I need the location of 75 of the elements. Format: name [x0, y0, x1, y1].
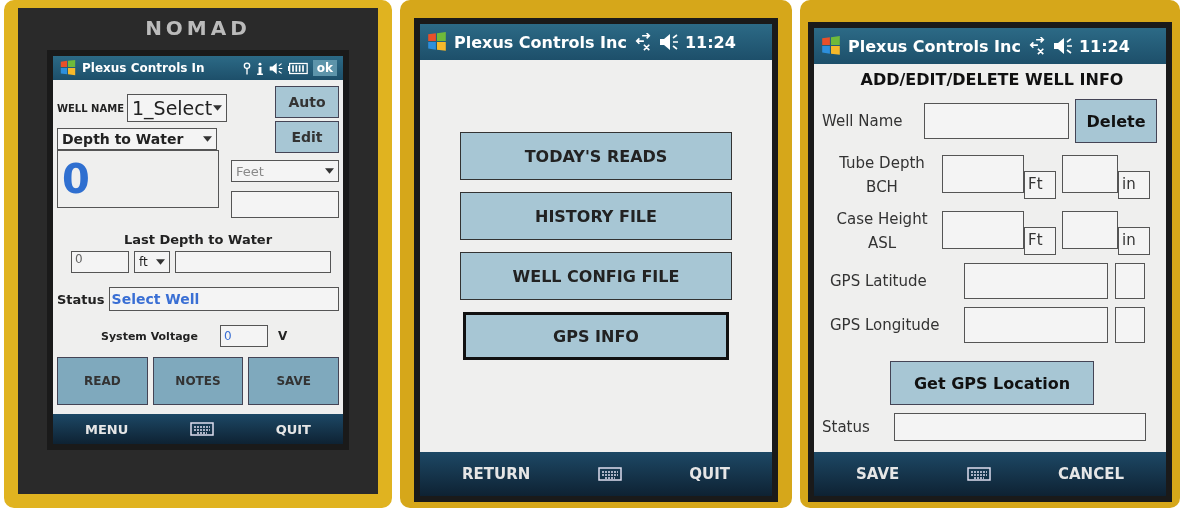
well-name-dropdown[interactable]: 1_Select [127, 94, 227, 122]
field-label: Case Height [836, 209, 928, 230]
gps-label: GPS Latitude [829, 272, 928, 290]
keyboard-icon[interactable] [597, 467, 622, 481]
info-icon[interactable] [255, 61, 264, 75]
voltage-label: System Voltage [101, 329, 198, 343]
battery-icon[interactable] [287, 61, 308, 75]
get-location-button[interactable]: Get GPS Location [890, 361, 1094, 405]
measurement-dropdown[interactable]: Depth to Water [57, 128, 217, 150]
navigation-button[interactable]: HISTORY FILE [460, 192, 732, 240]
keyboard-icon[interactable] [966, 467, 991, 481]
speaker-icon[interactable] [658, 33, 679, 51]
softkey-button[interactable]: MENU [83, 419, 131, 439]
unit-label: Ft [1024, 227, 1056, 255]
edit-button[interactable]: Edit [275, 121, 339, 153]
status-label: Status [822, 418, 871, 436]
softkey-button[interactable]: QUIT [273, 419, 313, 439]
field-sublabel: ASL [867, 233, 897, 254]
well-name-label: WELL NAME [57, 102, 124, 114]
speaker-icon[interactable] [1052, 37, 1073, 55]
action-button[interactable]: NOTES [152, 357, 244, 405]
action-button[interactable]: READ [57, 357, 148, 405]
feet-field[interactable] [942, 155, 1024, 193]
gps-label: GPS Longitude [829, 316, 941, 334]
inch-field[interactable] [1062, 155, 1118, 193]
caret-icon [213, 105, 222, 111]
unit-label: Ft [1024, 171, 1056, 199]
unit-label: in [1118, 171, 1150, 199]
brand-label: NOMAD [145, 16, 251, 40]
input-field[interactable] [1115, 307, 1145, 343]
windows-logo-icon[interactable] [426, 31, 448, 53]
action-button[interactable]: SAVE [248, 357, 339, 405]
windows-logo-icon[interactable] [820, 35, 842, 57]
navigation-button[interactable]: WELL CONFIG FILE [460, 252, 732, 300]
softkey-button[interactable]: CANCEL [1056, 463, 1126, 485]
window-title: Plexus Controls Inc [848, 36, 1021, 56]
clock: 11:24 [1078, 36, 1130, 56]
input-field[interactable] [175, 251, 331, 273]
caret-icon [203, 136, 212, 142]
last-depth-label: Last Depth to Water [122, 232, 274, 247]
status-label: Status [57, 291, 105, 307]
reading-display: 0 [57, 150, 219, 208]
antenna-icon[interactable] [242, 61, 251, 75]
voltage-field[interactable]: 0 [219, 325, 268, 347]
keyboard-icon[interactable] [189, 422, 214, 436]
inch-field[interactable] [1062, 211, 1118, 249]
last-unit-dropdown[interactable]: ft [134, 251, 170, 273]
gps-field[interactable] [964, 307, 1108, 343]
last-depth-field[interactable]: 0 [71, 251, 129, 273]
input-field[interactable] [231, 191, 339, 218]
caret-icon [156, 259, 165, 265]
clock: 11:24 [684, 32, 736, 52]
field-sublabel: BCH [866, 177, 898, 198]
gps-field[interactable] [964, 263, 1108, 299]
windows-logo-icon[interactable] [59, 59, 77, 77]
navigation-button[interactable]: GPS INFO [463, 312, 729, 360]
input-field[interactable] [1115, 263, 1145, 299]
softkey-button[interactable]: RETURN [460, 463, 533, 485]
caret-icon [325, 168, 334, 174]
auto-button[interactable]: Auto [275, 86, 339, 118]
unit-label: in [1118, 227, 1150, 255]
field-label: Tube Depth [839, 153, 925, 174]
softkey-button[interactable]: SAVE [854, 463, 902, 485]
well-name-label: Well Name [822, 112, 904, 130]
speaker-icon[interactable] [268, 61, 283, 75]
delete-button[interactable]: Delete [1075, 99, 1157, 143]
softkey-button[interactable]: QUIT [687, 463, 732, 485]
navigation-button[interactable]: TODAY'S READS [460, 132, 732, 180]
status-field: Select Well [108, 287, 339, 311]
window-title: Plexus Controls Inc [454, 32, 627, 52]
screen-heading: ADD/EDIT/DELETE WELL INFO [859, 70, 1125, 89]
voltage-unit: V [277, 329, 288, 343]
well-name-field[interactable] [924, 103, 1069, 139]
window-title: Plexus Controls In [82, 61, 205, 75]
feet-field[interactable] [942, 211, 1024, 249]
